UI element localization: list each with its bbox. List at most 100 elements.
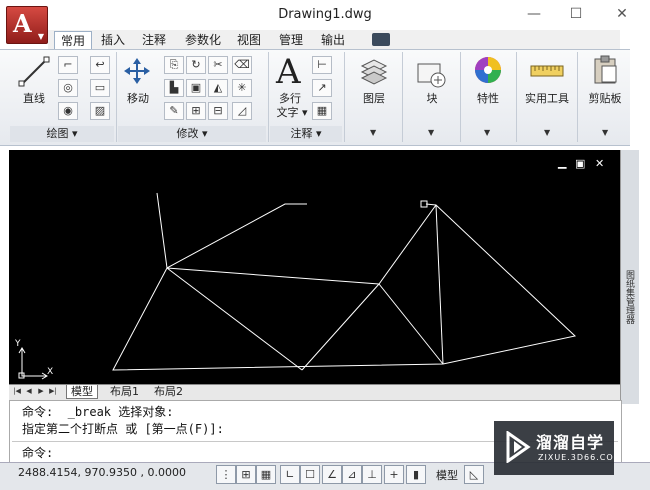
panel-divider: [402, 52, 403, 142]
color-wheel-icon[interactable]: [472, 54, 504, 86]
tab-manage[interactable]: 管理: [274, 31, 308, 49]
watermark-title: 溜溜自学: [536, 433, 605, 452]
prev-tab-icon[interactable]: ◀: [24, 386, 34, 397]
model-space-label[interactable]: 模型: [436, 467, 458, 483]
clipboard-expand-icon[interactable]: ▼: [602, 128, 608, 137]
tab-model[interactable]: 模型: [66, 385, 98, 399]
tab-insert[interactable]: 插入: [96, 31, 130, 49]
chevron-down-icon: ▼: [37, 32, 44, 41]
object-snap-tracking-icon[interactable]: ⊿: [342, 465, 362, 484]
ellipse-icon[interactable]: ◉: [58, 102, 78, 120]
last-tab-icon[interactable]: ▶|: [48, 386, 58, 397]
utilities-label[interactable]: 实用工具: [520, 90, 574, 106]
line-tool-icon[interactable]: [18, 54, 52, 88]
first-tab-icon[interactable]: |◀: [12, 386, 22, 397]
hatch-icon[interactable]: ▨: [90, 102, 110, 120]
command-history-line: 命令: _break 选择对象:: [22, 405, 174, 419]
rotate-back-icon[interactable]: ↩: [90, 56, 110, 74]
drawing-line: [166, 267, 380, 285]
watermark-logo-icon: [506, 431, 531, 463]
block-insert-icon[interactable]: [414, 56, 448, 88]
scale-icon[interactable]: ▣: [186, 79, 206, 97]
dynamic-ucs-icon[interactable]: ⊥: [362, 465, 382, 484]
maximize-button[interactable]: ☐: [560, 4, 592, 24]
move-tool-icon[interactable]: [122, 56, 152, 86]
line-tool-label[interactable]: 直线: [14, 90, 54, 106]
tab-home[interactable]: 常用: [54, 31, 92, 50]
object-snap-icon[interactable]: ∠: [322, 465, 342, 484]
sheet-set-manager-label: 图纸集管理器: [624, 270, 634, 324]
tab-output[interactable]: 输出: [316, 31, 350, 49]
tab-layout2[interactable]: 布局2: [150, 385, 187, 398]
fillet-icon[interactable]: ▙: [164, 79, 184, 97]
table-icon[interactable]: ▦: [312, 102, 332, 120]
properties-label[interactable]: 特性: [466, 90, 510, 106]
circle-icon[interactable]: ◎: [58, 79, 78, 97]
viewport-minimize-icon[interactable]: ▁: [558, 156, 566, 169]
layers-expand-icon[interactable]: ▼: [370, 128, 376, 137]
quick-view-layouts-icon[interactable]: ◺: [464, 465, 484, 484]
rectangle-icon[interactable]: ▭: [90, 79, 110, 97]
grid-display-icon[interactable]: ▦: [256, 465, 276, 484]
clipboard-icon[interactable]: [592, 54, 620, 86]
panel-divider: [516, 52, 517, 142]
clipboard-label[interactable]: 剪贴板: [582, 90, 628, 106]
polyline-icon[interactable]: ⌐: [58, 56, 78, 74]
lineweight-icon[interactable]: ▮: [406, 465, 426, 484]
ortho-mode-icon[interactable]: ∟: [280, 465, 300, 484]
linear-dimension-icon[interactable]: ⊢: [312, 56, 332, 74]
panel-divider: [268, 52, 269, 142]
drawing-line: [156, 192, 307, 269]
panel-divider: [460, 52, 461, 142]
panel-divider: [344, 52, 345, 142]
draw-panel-title[interactable]: 绘图 ▾: [10, 126, 114, 142]
leader-icon[interactable]: ↗: [312, 79, 332, 97]
measure-icon[interactable]: [530, 62, 564, 80]
drawing-geometry[interactable]: Y X: [9, 150, 620, 384]
viewport-close-icon[interactable]: ✕: [595, 157, 604, 170]
command-input[interactable]: 命令:: [22, 444, 53, 461]
explode-icon[interactable]: ✳: [232, 79, 252, 97]
cursor-coordinates: 2488.4154, 970.9350 , 0.0000: [18, 466, 186, 479]
properties-expand-icon[interactable]: ▼: [484, 128, 490, 137]
sheet-set-manager-strip[interactable]: 图纸集管理器: [620, 150, 639, 404]
tab-annotate[interactable]: 注释: [137, 31, 171, 49]
drawing-line: [112, 204, 577, 371]
next-tab-icon[interactable]: ▶: [36, 386, 46, 397]
erase-icon[interactable]: ⌫: [232, 56, 252, 74]
offset-icon[interactable]: ⊟: [208, 102, 228, 120]
rotate-icon[interactable]: ↻: [186, 56, 206, 74]
polar-tracking-icon[interactable]: ☐: [300, 465, 320, 484]
window-title: Drawing1.dwg: [278, 7, 372, 22]
drawing-line: [435, 204, 444, 365]
layers-label[interactable]: 图层: [352, 90, 396, 106]
drawing-line: [166, 267, 303, 371]
tab-layout1[interactable]: 布局1: [106, 385, 143, 398]
tab-view[interactable]: 视图: [232, 31, 266, 49]
multiline-text-label-2[interactable]: 文字 ▾: [272, 104, 312, 120]
tab-parametric[interactable]: 参数化: [179, 31, 227, 49]
snap-mode-icon[interactable]: ⊞: [236, 465, 256, 484]
infer-constraints-icon[interactable]: ⋮: [216, 465, 236, 484]
viewport-restore-icon[interactable]: ▣: [575, 157, 585, 170]
array-icon[interactable]: ⊞: [186, 102, 206, 120]
block-expand-icon[interactable]: ▼: [428, 128, 434, 137]
ribbon-minimize-icon[interactable]: [372, 33, 390, 46]
modify-panel-title[interactable]: 修改 ▾: [118, 126, 266, 142]
layers-icon[interactable]: [358, 56, 390, 86]
utilities-expand-icon[interactable]: ▼: [544, 128, 550, 137]
dynamic-input-icon[interactable]: +: [384, 465, 404, 484]
block-label[interactable]: 块: [410, 90, 454, 106]
chamfer-icon[interactable]: ◿: [232, 102, 252, 120]
watermark: 溜溜自学 ZIXUE.3D66.COM: [494, 421, 621, 475]
minimize-button[interactable]: —: [518, 4, 550, 24]
mirror-icon[interactable]: ◭: [208, 79, 228, 97]
move-tool-label[interactable]: 移动: [118, 90, 158, 106]
multiline-text-icon[interactable]: A: [276, 52, 301, 92]
copy-icon[interactable]: ⎘: [164, 56, 184, 74]
trim-icon[interactable]: ✂: [208, 56, 228, 74]
stretch-icon[interactable]: ✎: [164, 102, 184, 120]
annotation-panel-title[interactable]: 注释 ▾: [270, 126, 342, 142]
close-button[interactable]: ✕: [606, 4, 638, 24]
panel-divider: [116, 52, 117, 142]
